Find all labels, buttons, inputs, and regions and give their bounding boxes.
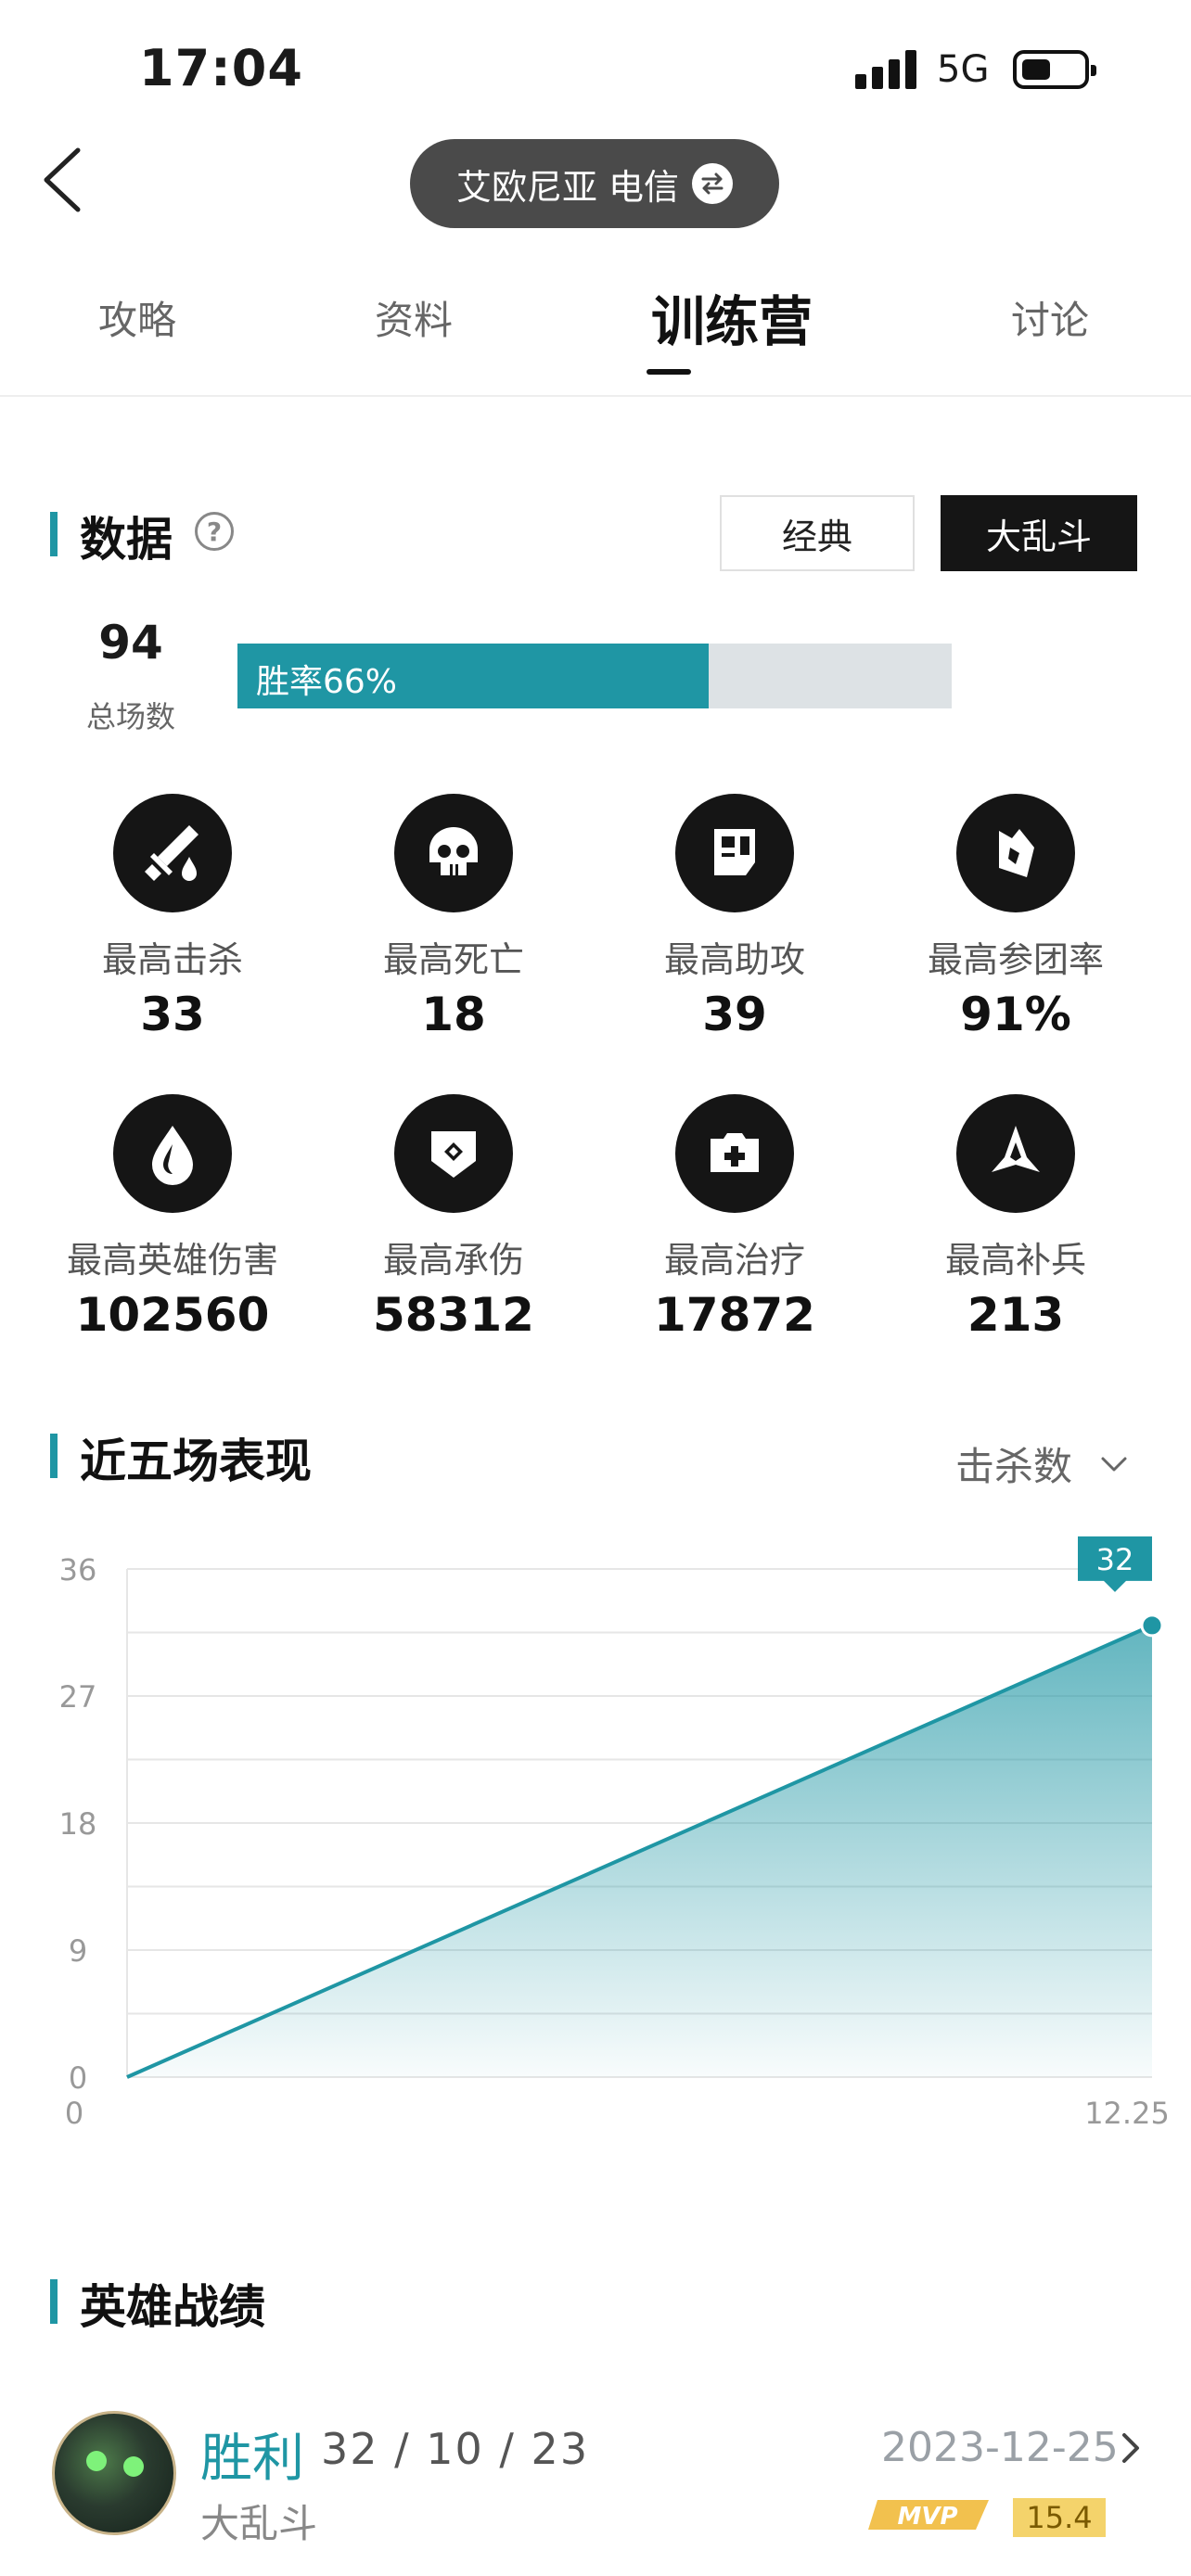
mvp-text: MVP bbox=[897, 2503, 957, 2531]
sword-drop-icon bbox=[113, 794, 232, 912]
win-rate-bar: 胜率66% bbox=[237, 644, 952, 708]
data-label: 32 bbox=[1096, 1542, 1134, 1577]
tab-profile[interactable]: 资料 bbox=[375, 289, 453, 346]
hero-record-row[interactable] bbox=[0, 2392, 1191, 2576]
stat-value: 33 bbox=[140, 988, 205, 1041]
stat-value: 18 bbox=[421, 988, 486, 1041]
battery-icon bbox=[1013, 50, 1096, 89]
chevron-down-icon bbox=[1101, 1457, 1127, 1471]
tab-guide[interactable]: 攻略 bbox=[98, 289, 176, 346]
recent-section-title: 近五场表现 bbox=[80, 1435, 312, 1488]
stat-max-participation: 最高参团率 91% bbox=[900, 794, 1132, 1041]
data-section-title: 数据 bbox=[80, 513, 173, 567]
x-tick-label: 0 bbox=[65, 2096, 83, 2131]
stat-label: 最高治疗 bbox=[663, 1240, 805, 1281]
match-date: 2023-12-25 bbox=[881, 2424, 1119, 2471]
section-accent-bar bbox=[50, 1434, 58, 1478]
heroes-section-title: 英雄战绩 bbox=[80, 2280, 265, 2334]
stat-value: 58312 bbox=[373, 1288, 534, 1342]
match-kda: 32 / 10 / 23 bbox=[321, 2424, 590, 2474]
stat-label: 最高补兵 bbox=[944, 1240, 1086, 1281]
match-result: 胜利 bbox=[200, 2429, 304, 2489]
stat-max-deaths: 最高死亡 18 bbox=[338, 794, 570, 1041]
data-point bbox=[1140, 1613, 1164, 1638]
damage-drop-icon bbox=[113, 1094, 232, 1213]
stat-label: 最高击杀 bbox=[101, 939, 243, 980]
match-mode: 大乱斗 bbox=[200, 2501, 318, 2546]
heal-kit-icon bbox=[675, 1094, 794, 1213]
status-time: 17:04 bbox=[139, 39, 303, 97]
stat-max-champion-damage: 最高英雄伤害 102560 bbox=[57, 1094, 288, 1342]
stat-max-cs: 最高补兵 213 bbox=[900, 1094, 1132, 1342]
chevron-right-icon bbox=[1122, 2433, 1139, 2463]
active-tab-indicator bbox=[647, 369, 691, 375]
swap-icon bbox=[692, 163, 734, 204]
stat-max-damage-taken: 最高承伤 58312 bbox=[338, 1094, 570, 1342]
stat-max-kills: 最高击杀 33 bbox=[57, 794, 288, 1041]
stat-value: 39 bbox=[702, 988, 767, 1041]
header-divider bbox=[0, 395, 1191, 397]
back-chevron-icon[interactable] bbox=[37, 147, 89, 213]
mode-aram-button[interactable]: 大乱斗 bbox=[941, 495, 1137, 571]
win-rate-label: 胜率66% bbox=[256, 663, 398, 701]
stat-label: 最高死亡 bbox=[382, 939, 524, 980]
tab-discussion[interactable]: 讨论 bbox=[1011, 289, 1089, 346]
section-accent-bar bbox=[50, 512, 58, 556]
champion-avatar bbox=[52, 2411, 176, 2535]
teamfight-icon bbox=[956, 794, 1075, 912]
assist-hand-icon bbox=[675, 794, 794, 912]
shield-icon bbox=[394, 1094, 513, 1213]
minion-icon bbox=[956, 1094, 1075, 1213]
y-tick-label: 9 bbox=[69, 1933, 87, 1969]
stat-value: 91% bbox=[960, 988, 1071, 1041]
network-type: 5G bbox=[937, 48, 990, 91]
cellular-signal-icon bbox=[855, 48, 918, 89]
stat-value: 102560 bbox=[75, 1288, 270, 1342]
tab-training-camp[interactable]: 训练营 bbox=[651, 278, 813, 356]
stat-label: 最高承伤 bbox=[382, 1240, 524, 1281]
y-tick-label: 36 bbox=[59, 1552, 97, 1588]
server-switch-button[interactable]: 艾欧尼亚 电信 bbox=[410, 139, 779, 228]
total-games-value: 94 bbox=[98, 616, 163, 670]
section-accent-bar bbox=[50, 2279, 58, 2324]
total-games-label: 总场数 bbox=[85, 699, 175, 734]
stat-value: 17872 bbox=[654, 1288, 815, 1342]
match-score: 15.4 bbox=[1013, 2498, 1106, 2537]
server-name: 艾欧尼亚 电信 bbox=[455, 166, 680, 208]
stat-label: 最高英雄伤害 bbox=[66, 1240, 278, 1281]
stat-max-assists: 最高助攻 39 bbox=[619, 794, 851, 1041]
y-tick-label: 0 bbox=[69, 2060, 87, 2096]
stat-max-healing: 最高治疗 17872 bbox=[619, 1094, 851, 1342]
stat-label: 最高参团率 bbox=[927, 939, 1104, 980]
mvp-badge: MVP bbox=[868, 2500, 989, 2531]
y-tick-label: 18 bbox=[59, 1806, 97, 1842]
y-tick-label: 27 bbox=[59, 1679, 97, 1715]
recent-performance-chart: 0 9 18 27 36 0 12.25 32 bbox=[59, 1536, 1170, 2131]
metric-selected: 击杀数 bbox=[955, 1444, 1073, 1489]
stat-label: 最高助攻 bbox=[663, 939, 805, 980]
metric-dropdown[interactable]: 击杀数 bbox=[955, 1435, 1128, 1492]
stat-value: 213 bbox=[967, 1288, 1065, 1342]
skull-icon bbox=[394, 794, 513, 912]
help-icon[interactable]: ? bbox=[195, 512, 234, 551]
x-tick-label: 12.25 bbox=[1084, 2096, 1170, 2131]
mode-classic-button[interactable]: 经典 bbox=[720, 495, 915, 571]
